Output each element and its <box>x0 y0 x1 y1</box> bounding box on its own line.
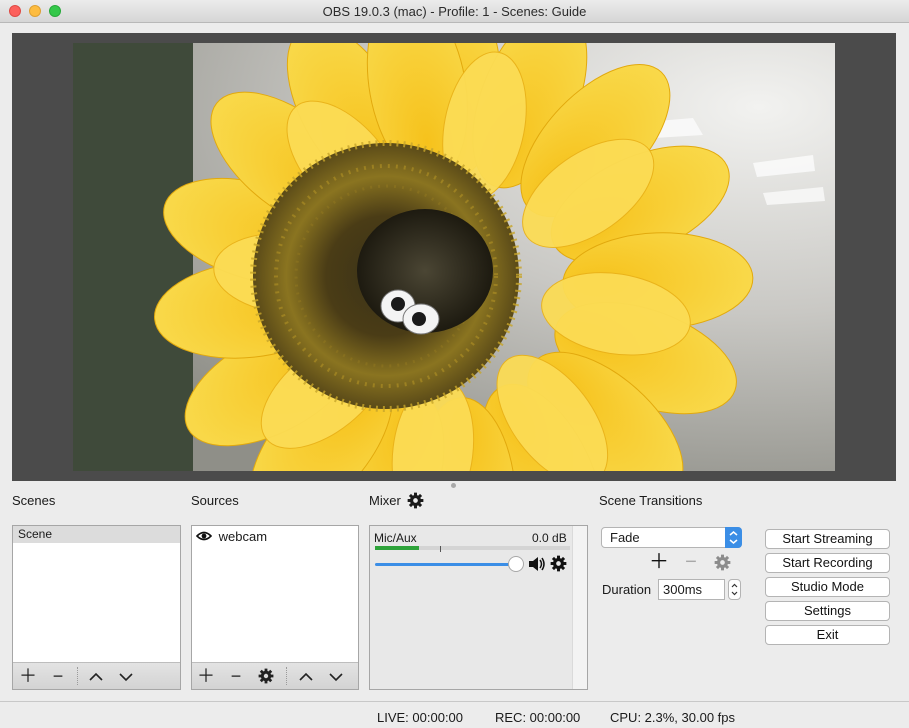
live-status: LIVE: 00:00:00 <box>377 710 464 725</box>
sources-panel: webcam ＋ − <box>191 525 359 690</box>
volume-meter <box>375 546 570 552</box>
scene-item[interactable]: Scene <box>13 526 180 543</box>
remove-transition-button[interactable]: − <box>681 552 701 572</box>
chevron-down-icon <box>329 673 343 682</box>
select-arrows-icon <box>725 527 742 548</box>
rec-status: REC: 00:00:00 <box>495 710 581 725</box>
add-source-button[interactable]: ＋ <box>195 665 217 687</box>
window-title: OBS 19.0.3 (mac) - Profile: 1 - Scenes: … <box>322 4 587 19</box>
move-source-up-button[interactable] <box>295 665 317 687</box>
chevron-down-icon <box>119 673 133 682</box>
preview-canvas[interactable] <box>73 43 835 471</box>
duration-label: Duration <box>602 582 652 597</box>
mixer-gear-icon[interactable] <box>407 492 424 509</box>
status-bar: LIVE: 00:00:00 REC: 00:00:00 CPU: 2.3%, … <box>0 701 909 728</box>
start-recording-button[interactable]: Start Recording <box>765 553 890 573</box>
toolbar-separator <box>77 667 78 685</box>
move-scene-down-button[interactable] <box>115 665 137 687</box>
toolbar-separator <box>286 667 287 685</box>
gear-icon <box>258 668 274 684</box>
add-scene-button[interactable]: ＋ <box>17 665 39 687</box>
transition-select-value: Fade <box>610 530 640 545</box>
eye-icon[interactable] <box>195 530 213 542</box>
chevron-up-icon <box>89 672 103 681</box>
preview-resize-handle[interactable] <box>451 483 456 488</box>
duration-input[interactable]: 300ms <box>658 579 725 600</box>
source-properties-button[interactable] <box>255 665 277 687</box>
transition-select[interactable]: Fade <box>601 527 742 548</box>
mixer-panel: Mic/Aux 0.0 dB <box>369 525 588 690</box>
exit-button[interactable]: Exit <box>765 625 890 645</box>
mixer-channel-name: Mic/Aux <box>374 531 417 545</box>
scene-transitions-label: Scene Transitions <box>599 493 703 508</box>
volume-slider-handle[interactable] <box>508 556 524 572</box>
volume-peak-marker <box>440 546 441 552</box>
move-source-down-button[interactable] <box>325 665 347 687</box>
audio-settings-gear-icon[interactable] <box>550 555 567 572</box>
scenes-label: Scenes <box>12 493 56 508</box>
mixer-scrollbar[interactable] <box>572 526 587 689</box>
add-transition-button[interactable]: ＋ <box>649 552 669 572</box>
sources-toolbar: ＋ − <box>192 662 358 689</box>
source-name: webcam <box>218 529 268 544</box>
studio-mode-button[interactable]: Studio Mode <box>765 577 890 597</box>
chevron-up-icon <box>299 672 313 681</box>
remove-scene-button[interactable]: − <box>47 665 69 687</box>
transition-properties-gear-icon[interactable] <box>714 554 731 571</box>
speaker-icon[interactable] <box>528 556 546 572</box>
title-bar: OBS 19.0.3 (mac) - Profile: 1 - Scenes: … <box>0 0 909 23</box>
scenes-panel: Scene ＋ − <box>12 525 181 690</box>
move-scene-up-button[interactable] <box>85 665 107 687</box>
start-streaming-button[interactable]: Start Streaming <box>765 529 890 549</box>
mixer-label: Mixer <box>369 493 401 508</box>
webcam-sunflower-image <box>73 43 825 471</box>
stepper-arrows-icon <box>731 583 738 596</box>
remove-source-button[interactable]: − <box>225 665 247 687</box>
volume-meter-fill <box>375 546 419 550</box>
cpu-status: CPU: 2.3%, 30.00 fps <box>610 710 736 725</box>
scenes-toolbar: ＋ − <box>13 662 180 689</box>
volume-slider-track[interactable] <box>375 563 515 566</box>
mixer-db-value: 0.0 dB <box>532 531 567 545</box>
duration-stepper[interactable] <box>728 579 741 600</box>
settings-button[interactable]: Settings <box>765 601 890 621</box>
source-item[interactable]: webcam <box>192 526 358 548</box>
sources-label: Sources <box>191 493 239 508</box>
